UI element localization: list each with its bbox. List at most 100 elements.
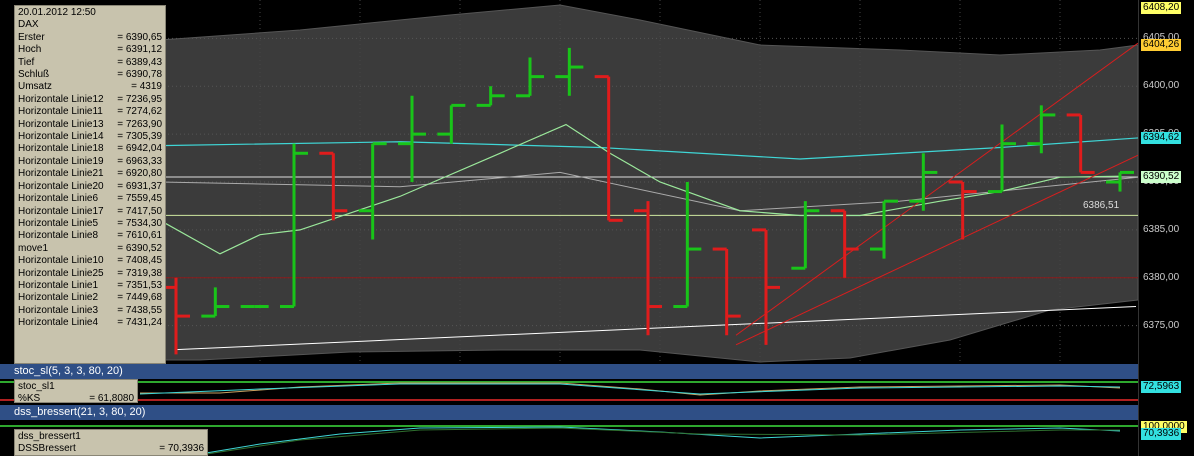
data-window-value: = 7449,68 [117, 292, 162, 304]
dss-signal-line [199, 427, 1120, 456]
data-window-value: = 6963,33 [117, 155, 162, 167]
data-window-row: Horizontale Linie5 = 7534,30 [18, 218, 162, 230]
data-window-value: = 7438,55 [117, 304, 162, 316]
data-window-key: Hoch [18, 44, 42, 56]
data-window-key: Horizontale Linie12 [18, 93, 104, 105]
data-window-key: Horizontale Linie18 [18, 143, 104, 155]
price-axis-tick: 6375,00 [1143, 319, 1180, 331]
data-window-value: = 7236,95 [117, 93, 162, 105]
data-window-key: move1 [18, 242, 49, 254]
data-window-key: Horizontale Linie25 [18, 267, 104, 279]
data-window-value: = 6389,43 [117, 56, 162, 68]
data-window-row: Horizontale Linie6 = 7559,45 [18, 193, 162, 205]
stoc-data-window: stoc_sl1 %KS = 61,8080 [14, 379, 138, 404]
data-window-key: Horizontale Linie17 [18, 205, 104, 217]
stoc-box-value: = 61,8080 [89, 393, 134, 404]
data-window-row: Umsatz = 4319 [18, 81, 162, 93]
data-window-value: = 6390,78 [117, 69, 162, 81]
data-window: 20.01.2012 12:50 DAX Erster = 6390,65 Hoch =… [14, 5, 166, 364]
data-window-value: = 6920,80 [117, 168, 162, 180]
data-window-key: Horizontale Linie2 [18, 292, 99, 304]
stoc-panel[interactable]: stoc_sl1 %KS = 61,8080 [0, 379, 1138, 405]
data-window-row: Horizontale Linie19 = 6963,33 [18, 156, 162, 168]
price-axis-tag: 6390,52 [1141, 171, 1182, 184]
dss-line [199, 426, 1121, 455]
data-window-value: = 7408,45 [117, 255, 162, 267]
data-window-row: Horizontale Linie20 = 6931,37 [18, 181, 162, 193]
data-window-row: Horizontale Linie8 = 7610,61 [18, 230, 162, 242]
dss-axis-tag: 70,3936 [1141, 428, 1182, 440]
data-window-key: Tief [18, 56, 35, 68]
stoc-panel-header[interactable]: stoc_sl(5, 3, 3, 80, 20) [0, 364, 1138, 379]
data-window-row: Horizontale Linie11 = 7274,62 [18, 106, 162, 118]
data-window-row: Erster = 6390,65 [18, 32, 162, 44]
data-window-value: = 7305,39 [117, 131, 162, 143]
data-window-row: Horizontale Linie17 = 7417,50 [18, 206, 162, 218]
data-window-key: Horizontale Linie4 [18, 317, 99, 329]
stoc-box-title: stoc_sl1 [18, 381, 55, 392]
data-window-row: Horizontale Linie18 = 6942,04 [18, 143, 162, 155]
price-axis-tick: 6385,00 [1143, 223, 1180, 235]
data-window-row: Horizontale Linie14 = 7305,39 [18, 131, 162, 143]
data-window-row: Horizontale Linie4 = 7431,24 [18, 317, 162, 329]
data-window-value: = 7610,61 [117, 230, 162, 242]
price-label-6386: 6386,51 [1083, 200, 1120, 211]
data-window-key: Horizontale Linie10 [18, 255, 104, 267]
data-window-row: Horizontale Linie13 = 7263,90 [18, 119, 162, 131]
data-window-value: = 4319 [131, 81, 162, 93]
stoc-indicator-plot [0, 381, 1138, 401]
data-window-value: = 6931,37 [117, 180, 162, 192]
data-window-key: Horizontale Linie5 [18, 217, 99, 229]
data-window-key: Horizontale Linie19 [18, 155, 104, 167]
data-window-key: Horizontale Linie13 [18, 118, 104, 130]
stoc-axis-tag: 72,5963 [1141, 381, 1182, 393]
data-window-row: Horizontale Linie3 = 7438,55 [18, 305, 162, 317]
data-window-row: move1 = 6390,52 [18, 243, 162, 255]
data-window-row: Horizontale Linie21 = 6920,80 [18, 168, 162, 180]
stoc-box-key: %KS [18, 393, 41, 404]
data-window-key: DAX [18, 19, 39, 31]
price-axis-tick: 6400,00 [1143, 80, 1180, 92]
dss-box-key: DSSBressert [18, 443, 76, 454]
data-window-key: Horizontale Linie3 [18, 304, 99, 316]
data-window-row: Horizontale Linie25 = 7319,38 [18, 268, 162, 280]
data-window-row: Horizontale Linie1 = 7351,53 [18, 280, 162, 292]
price-axis[interactable]: 72,5963 100,0000 70,3936 6375,00 6380,00 6… [1138, 0, 1194, 456]
data-window-key: Horizontale Linie1 [18, 279, 99, 291]
data-window-key: Horizontale Linie8 [18, 230, 99, 242]
dss-data-window: dss_bressert1 DSSBressert = 70,3936 [14, 429, 208, 456]
dss-panel-header[interactable]: dss_bressert(21, 3, 80, 20) [0, 405, 1138, 420]
data-window-row: Hoch = 6391,12 [18, 44, 162, 56]
data-window-value: = 6942,04 [117, 143, 162, 155]
data-window-row: Tief = 6389,43 [18, 57, 162, 69]
data-window-row: Horizontale Linie10 = 7408,45 [18, 255, 162, 267]
data-window-value: = 7559,45 [117, 193, 162, 205]
data-window-key: Horizontale Linie21 [18, 168, 104, 180]
data-window-key: Horizontale Linie14 [18, 131, 104, 143]
data-window-key: Umsatz [18, 81, 52, 93]
data-window-value: = 7263,90 [117, 118, 162, 130]
dss-panel[interactable]: dss_bressert1 DSSBressert = 70,3936 [0, 420, 1138, 456]
data-window-value: = 7319,38 [117, 267, 162, 279]
data-window-value: = 6390,65 [117, 31, 162, 43]
data-window-value: = 7534,30 [117, 217, 162, 229]
data-window-value [112, 19, 162, 31]
data-window-row: DAX [18, 19, 162, 31]
price-chart[interactable] [0, 0, 1138, 364]
data-window-key: Erster [18, 31, 45, 43]
price-axis-tag: 6404,26 [1141, 39, 1182, 52]
price-chart-pane[interactable]: 6386,51 20.01.2012 12:50 DAX Erster = 6390… [0, 0, 1138, 364]
data-window-value: = 7274,62 [117, 106, 162, 118]
dss-box-title: dss_bressert1 [18, 431, 81, 442]
data-window-value: = 7351,53 [117, 279, 162, 291]
data-window-value: = 7431,24 [117, 317, 162, 329]
data-window-value: = 6391,12 [117, 44, 162, 56]
price-axis-tag: 6394,62 [1141, 131, 1182, 144]
data-window-key: Horizontale Linie20 [18, 180, 104, 192]
data-window-key: Horizontale Linie11 [18, 106, 103, 118]
data-window-row: Horizontale Linie12 = 7236,95 [18, 94, 162, 106]
data-window-key: Schluß [18, 69, 50, 81]
data-window-key: Horizontale Linie6 [18, 193, 99, 205]
data-window-value: = 7417,50 [117, 205, 162, 217]
data-window-datetime: 20.01.2012 12:50 [18, 7, 96, 18]
